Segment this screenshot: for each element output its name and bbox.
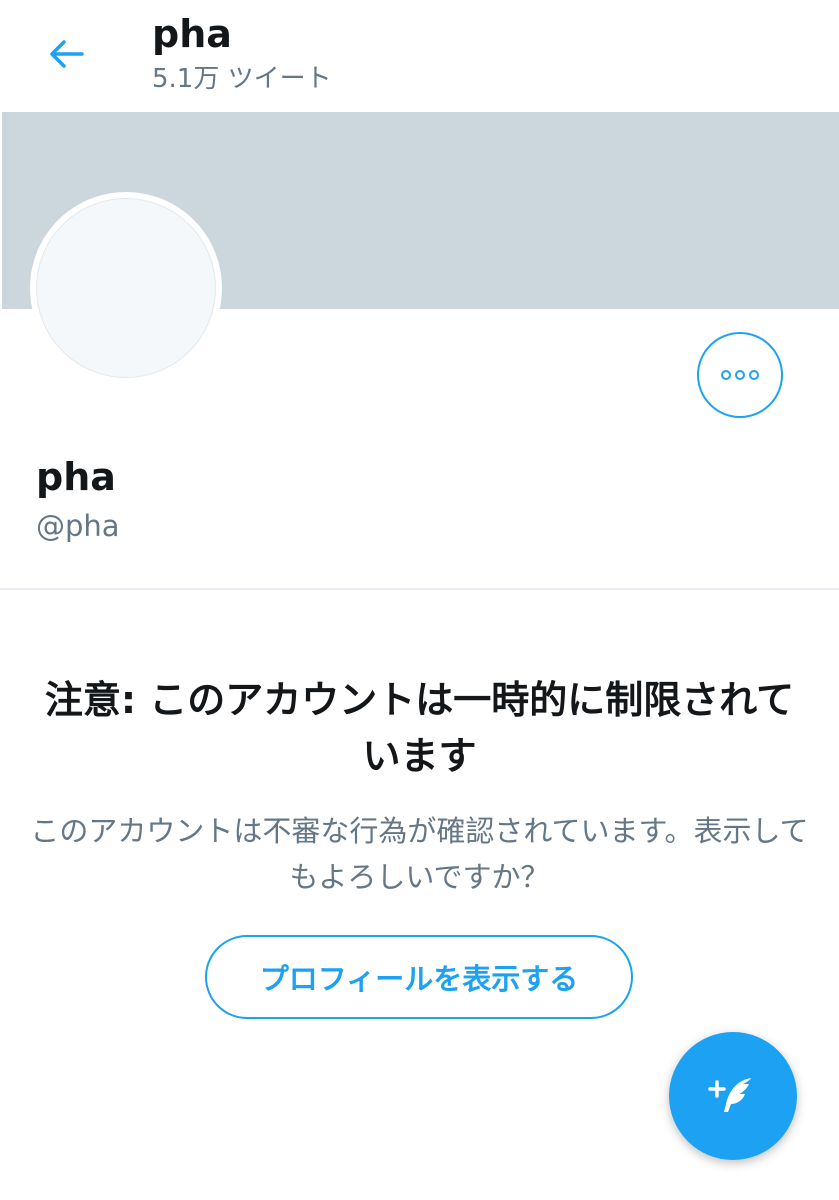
view-profile-button[interactable]: プロフィールを表示する xyxy=(205,935,633,1019)
profile-handle: @pha xyxy=(36,509,120,543)
avatar-placeholder xyxy=(36,198,216,378)
more-horizontal-icon-dot xyxy=(749,370,759,380)
header-title: pha xyxy=(152,12,232,56)
back-button[interactable] xyxy=(36,28,96,80)
more-options-button[interactable] xyxy=(697,332,783,418)
compose-tweet-icon xyxy=(708,1078,751,1112)
arrow-left-icon xyxy=(50,40,84,68)
compose-tweet-button[interactable] xyxy=(669,1032,797,1160)
warning-message: このアカウントは不審な行為が確認されています。表示してもよろしいですか？ xyxy=(30,814,809,894)
profile-screen: pha 5.1万 ツイート pha @pha 注意: このアカウントは一時的に制… xyxy=(0,0,839,1200)
more-horizontal-icon xyxy=(721,370,731,380)
avatar[interactable] xyxy=(30,192,222,384)
profile-name: pha xyxy=(36,455,116,499)
top-bar: pha 5.1万 ツイート xyxy=(0,0,839,112)
more-horizontal-icon-dot xyxy=(735,370,745,380)
tweet-count: 5.1万 ツイート xyxy=(152,64,332,94)
divider xyxy=(0,588,839,590)
warning-title: 注意: このアカウントは一時的に制限されています xyxy=(44,678,795,778)
